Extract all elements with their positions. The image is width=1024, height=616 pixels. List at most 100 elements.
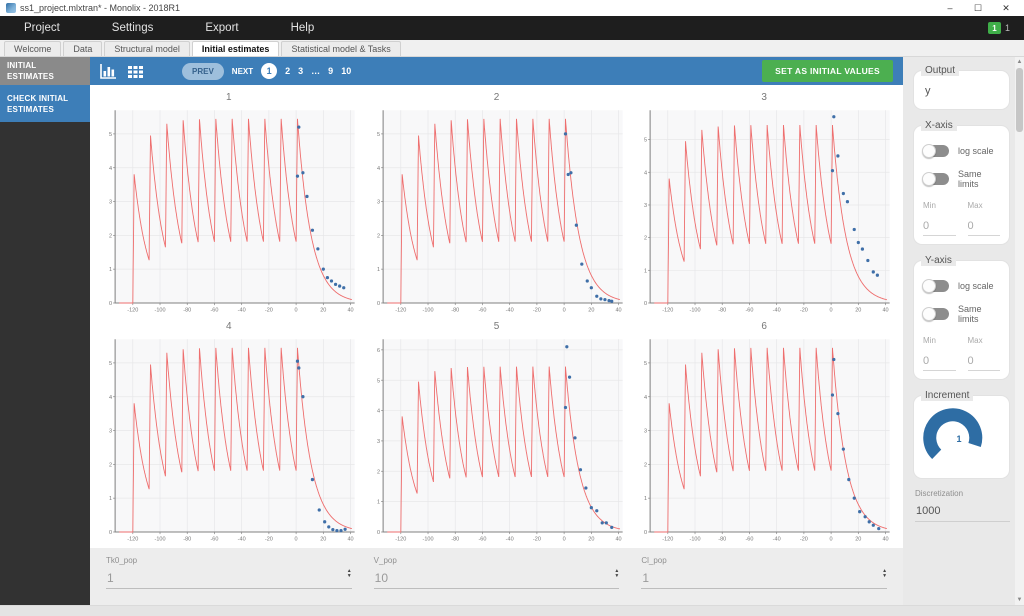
- y-max-input[interactable]: [967, 355, 1000, 371]
- svg-text:-80: -80: [451, 307, 459, 313]
- observation-point: [343, 527, 347, 531]
- x-log-scale-toggle[interactable]: [922, 144, 949, 158]
- param-tk0-pop-stepper[interactable]: ▲ ▼: [347, 569, 352, 579]
- sidebar-item-initial-estimates[interactable]: INITIAL ESTIMATES: [0, 57, 90, 85]
- observation-point: [831, 392, 835, 397]
- param-cl-pop-stepper[interactable]: ▲ ▼: [882, 569, 887, 579]
- param-cl-pop-input[interactable]: [641, 570, 888, 589]
- tab-statistical-model-tasks[interactable]: Statistical model & Tasks: [281, 41, 401, 56]
- param-v-pop-stepper[interactable]: ▲ ▼: [614, 569, 619, 579]
- observation-point: [329, 279, 334, 283]
- svg-text:4: 4: [109, 394, 112, 400]
- y-log-scale-toggle[interactable]: [922, 279, 949, 293]
- svg-text:2: 2: [109, 462, 112, 468]
- svg-text:-40: -40: [505, 536, 513, 542]
- observation-point: [852, 227, 857, 232]
- scroll-up-icon[interactable]: ▲: [1015, 57, 1024, 67]
- close-button[interactable]: ✕: [992, 3, 1020, 14]
- plot-toolbar: PREV NEXT 1 2 3 … 9 10 SET AS INITIAL VA…: [90, 57, 903, 85]
- grid-icon[interactable]: [127, 64, 144, 79]
- increment-dial[interactable]: 1: [922, 406, 984, 468]
- subplot-title: 4: [226, 320, 232, 332]
- svg-text:-80: -80: [183, 536, 191, 542]
- observation-point: [836, 154, 840, 158]
- svg-text:0: 0: [562, 536, 565, 542]
- x-min-input[interactable]: [923, 220, 956, 236]
- page-3[interactable]: 3: [298, 66, 303, 76]
- observation-point: [607, 298, 611, 303]
- observation-point: [867, 519, 872, 524]
- svg-text:5: 5: [644, 138, 647, 144]
- page-9[interactable]: 9: [328, 66, 333, 76]
- y-min-input[interactable]: [923, 355, 956, 371]
- discretization-group: Discretization: [913, 489, 1010, 522]
- svg-text:0: 0: [830, 307, 833, 313]
- svg-text:4: 4: [644, 394, 647, 400]
- tab-welcome[interactable]: Welcome: [4, 41, 62, 56]
- svg-text:3: 3: [109, 200, 112, 206]
- param-tk0-pop-input[interactable]: [106, 570, 352, 589]
- observation-point: [863, 514, 868, 518]
- minimize-button[interactable]: –: [936, 3, 964, 13]
- svg-text:-40: -40: [773, 536, 781, 542]
- observation-point: [563, 405, 567, 409]
- title-bar: ss1_project.mlxtran* - Monolix - 2018R1 …: [0, 0, 1024, 16]
- subplot-2: 2 -120 -100 -80 -60 -40 -20 0 20 40 0 1 2 3 4 5: [366, 89, 628, 318]
- subplot-canvas: -120 -100 -80 -60 -40 -20 0 20 40 0 1 2 3 4 5 6: [377, 338, 623, 542]
- window-title: ss1_project.mlxtran* - Monolix - 2018R1: [20, 3, 181, 13]
- next-button[interactable]: NEXT: [232, 67, 253, 76]
- notification-icon[interactable]: 1: [987, 22, 1001, 34]
- page-ellipsis: …: [311, 66, 321, 76]
- scrollbar-thumb[interactable]: [1016, 68, 1023, 132]
- page-1[interactable]: 1: [261, 63, 278, 79]
- subplot-5: 5 -120 -100 -80 -60 -40 -20 0 20 40 0 1 2 3 4 5 6: [366, 318, 628, 547]
- set-as-initial-values-button[interactable]: SET AS INITIAL VALUES: [762, 60, 893, 82]
- svg-text:4: 4: [377, 166, 380, 172]
- menu-help[interactable]: Help: [277, 22, 329, 34]
- discretization-input[interactable]: [915, 505, 1010, 522]
- observation-point: [325, 275, 330, 280]
- menu-export[interactable]: Export: [191, 22, 252, 34]
- chart-icon[interactable]: [100, 63, 117, 79]
- maximize-button[interactable]: ☐: [964, 3, 992, 14]
- observation-point: [831, 169, 835, 173]
- y-axis-label: Y-axis: [921, 255, 956, 266]
- svg-text:3: 3: [644, 203, 647, 209]
- scroll-down-icon[interactable]: ▼: [1015, 595, 1024, 605]
- tab-structural-model[interactable]: Structural model: [104, 41, 190, 56]
- svg-text:3: 3: [377, 200, 380, 206]
- param-v-pop-input[interactable]: [373, 570, 620, 589]
- svg-text:40: 40: [883, 536, 889, 542]
- x-max-input[interactable]: [967, 220, 1000, 236]
- y-same-limits-toggle[interactable]: [922, 307, 949, 321]
- observation-point: [563, 132, 567, 136]
- output-value[interactable]: y: [923, 83, 1000, 101]
- observation-point: [339, 528, 343, 532]
- sidebar-item-check-initial-estimates[interactable]: CHECK INITIAL ESTIMATES: [0, 85, 90, 122]
- page-2[interactable]: 2: [285, 66, 290, 76]
- notification-area[interactable]: 1 1: [987, 22, 1010, 34]
- prev-button[interactable]: PREV: [182, 62, 224, 80]
- subplot-3: 3 -120 -100 -80 -60 -40 -20 0 20 40 0 1 2 3 4 5: [633, 89, 895, 318]
- svg-text:40: 40: [615, 307, 621, 313]
- observation-point: [589, 286, 593, 290]
- svg-text:-60: -60: [478, 307, 486, 313]
- tab-initial-estimates[interactable]: Initial estimates: [191, 41, 280, 56]
- subplot-canvas: -120 -100 -80 -60 -40 -20 0 20 40 0 1 2 3 4 5: [377, 110, 623, 313]
- svg-text:4: 4: [644, 170, 647, 176]
- svg-text:-100: -100: [422, 536, 433, 542]
- subplot-title: 1: [226, 92, 232, 103]
- page-10[interactable]: 10: [341, 66, 351, 76]
- observation-point: [832, 357, 836, 361]
- svg-text:0: 0: [377, 530, 380, 536]
- tab-data[interactable]: Data: [63, 41, 103, 56]
- svg-text:0: 0: [295, 307, 298, 313]
- panel-scrollbar[interactable]: ▲ ▼: [1015, 57, 1024, 605]
- svg-text:-20: -20: [800, 536, 808, 542]
- x-same-limits-toggle[interactable]: [922, 172, 949, 186]
- menu-project[interactable]: Project: [10, 22, 74, 34]
- menu-settings[interactable]: Settings: [98, 22, 168, 34]
- increment-card: 1: [913, 395, 1010, 479]
- observation-point: [297, 125, 301, 129]
- svg-text:-20: -20: [533, 307, 541, 313]
